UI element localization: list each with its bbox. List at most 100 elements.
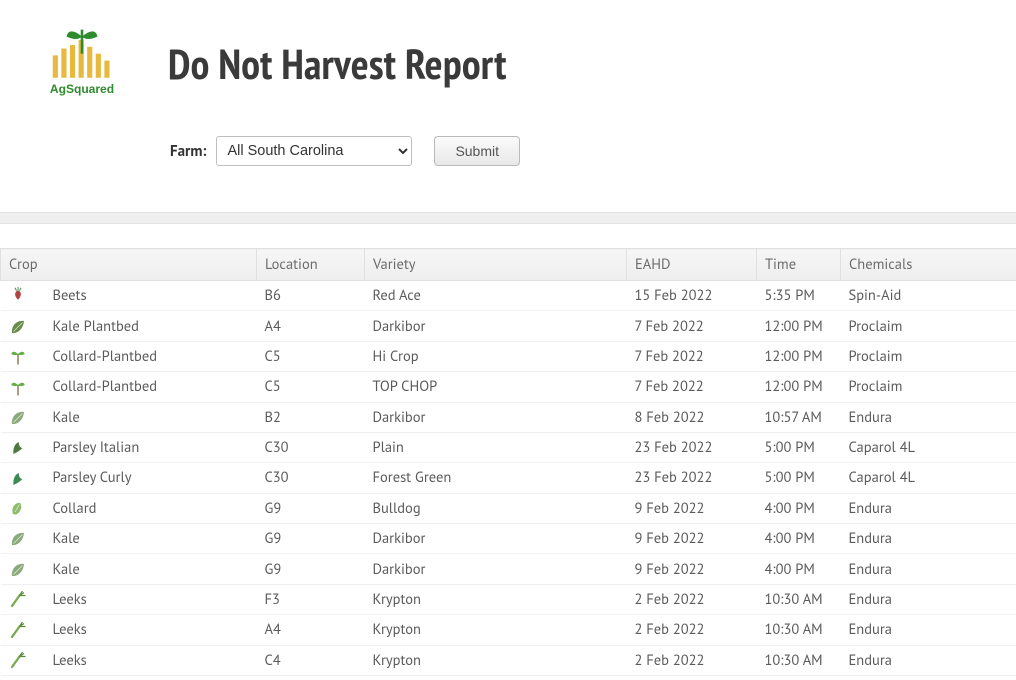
cell-time: 4:00 PM xyxy=(757,524,841,554)
leaf-icon xyxy=(9,318,27,336)
crop-icon-cell xyxy=(1,372,45,402)
cell-time: 5:00 PM xyxy=(757,463,841,493)
cell-eahd: 7 Feb 2022 xyxy=(627,311,757,341)
cell-eahd: 7 Feb 2022 xyxy=(627,341,757,371)
cell-crop: Beets xyxy=(45,281,257,311)
cell-eahd: 9 Feb 2022 xyxy=(627,524,757,554)
col-eahd[interactable]: EAHD xyxy=(627,249,757,281)
table-row[interactable]: KaleB2Darkibor8 Feb 202210:57 AMEndura xyxy=(1,402,1016,432)
cell-crop: Collard-Plantbed xyxy=(45,341,257,371)
cell-time: 10:30 AM xyxy=(757,645,841,675)
crop-icon-cell xyxy=(1,493,45,523)
cell-chemicals: Proclaim xyxy=(841,341,1016,371)
report-table: Crop Location Variety EAHD Time Chemical… xyxy=(0,248,1016,676)
cell-variety: Krypton xyxy=(365,615,627,645)
cell-chemicals: Spin-Aid xyxy=(841,281,1016,311)
crop-icon-cell xyxy=(1,615,45,645)
parsley2-icon xyxy=(9,470,27,488)
cell-variety: Darkibor xyxy=(365,311,627,341)
cell-eahd: 8 Feb 2022 xyxy=(627,402,757,432)
cell-chemicals: Endura xyxy=(841,615,1016,645)
cell-variety: Krypton xyxy=(365,584,627,614)
cell-chemicals: Proclaim xyxy=(841,311,1016,341)
cell-location: B6 xyxy=(257,281,365,311)
cell-location: C4 xyxy=(257,645,365,675)
svg-text:AgSquared: AgSquared xyxy=(50,82,114,96)
table-row[interactable]: Parsley ItalianC30Plain23 Feb 20225:00 P… xyxy=(1,432,1016,462)
cell-location: C30 xyxy=(257,463,365,493)
cell-location: C5 xyxy=(257,372,365,402)
table-row[interactable]: LeeksA4Krypton2 Feb 202210:30 AMEndura xyxy=(1,615,1016,645)
crop-icon-cell xyxy=(1,341,45,371)
section-divider xyxy=(0,212,1016,224)
collard-icon xyxy=(9,500,27,518)
leek-icon xyxy=(9,622,27,640)
cell-location: G9 xyxy=(257,493,365,523)
table-row[interactable]: Collard-PlantbedC5Hi Crop7 Feb 202212:00… xyxy=(1,341,1016,371)
crop-icon-cell xyxy=(1,645,45,675)
cell-variety: Darkibor xyxy=(365,524,627,554)
farm-label: Farm: xyxy=(170,142,206,161)
crop-icon-cell xyxy=(1,524,45,554)
cell-crop: Collard-Plantbed xyxy=(45,372,257,402)
table-row[interactable]: LeeksF3Krypton2 Feb 202210:30 AMEndura xyxy=(1,584,1016,614)
kale-icon xyxy=(9,561,27,579)
col-variety[interactable]: Variety xyxy=(365,249,627,281)
cell-variety: TOP CHOP xyxy=(365,372,627,402)
cell-location: A4 xyxy=(257,615,365,645)
table-row[interactable]: BeetsB6Red Ace15 Feb 20225:35 PMSpin-Aid xyxy=(1,281,1016,311)
table-row[interactable]: KaleG9Darkibor9 Feb 20224:00 PMEndura xyxy=(1,554,1016,584)
crop-icon-cell xyxy=(1,402,45,432)
kale-icon xyxy=(9,409,27,427)
cell-chemicals: Caparol 4L xyxy=(841,463,1016,493)
cell-chemicals: Endura xyxy=(841,402,1016,432)
table-row[interactable]: KaleG9Darkibor9 Feb 20224:00 PMEndura xyxy=(1,524,1016,554)
cell-variety: Forest Green xyxy=(365,463,627,493)
table-row[interactable]: LeeksC4Krypton2 Feb 202210:30 AMEndura xyxy=(1,645,1016,675)
sprout-icon xyxy=(9,348,27,366)
beet-icon xyxy=(9,287,27,305)
cell-eahd: 9 Feb 2022 xyxy=(627,493,757,523)
cell-eahd: 23 Feb 2022 xyxy=(627,463,757,493)
col-crop[interactable]: Crop xyxy=(1,249,257,281)
cell-crop: Parsley Italian xyxy=(45,432,257,462)
cell-variety: Plain xyxy=(365,432,627,462)
parsley-icon xyxy=(9,439,27,457)
crop-icon-cell xyxy=(1,432,45,462)
cell-eahd: 7 Feb 2022 xyxy=(627,372,757,402)
col-time[interactable]: Time xyxy=(757,249,841,281)
crop-icon-cell xyxy=(1,463,45,493)
farm-select[interactable]: All South Carolina xyxy=(216,136,412,166)
cell-variety: Krypton xyxy=(365,645,627,675)
table-row[interactable]: Parsley CurlyC30Forest Green23 Feb 20225… xyxy=(1,463,1016,493)
cell-variety: Hi Crop xyxy=(365,341,627,371)
cell-time: 4:00 PM xyxy=(757,493,841,523)
cell-location: G9 xyxy=(257,524,365,554)
table-row[interactable]: Kale PlantbedA4Darkibor7 Feb 202212:00 P… xyxy=(1,311,1016,341)
cell-eahd: 23 Feb 2022 xyxy=(627,432,757,462)
table-row[interactable]: CollardG9Bulldog9 Feb 20224:00 PMEndura xyxy=(1,493,1016,523)
kale-icon xyxy=(9,530,27,548)
cell-variety: Red Ace xyxy=(365,281,627,311)
cell-crop: Kale xyxy=(45,402,257,432)
brand-logo: AgSquared xyxy=(28,10,136,118)
crop-icon-cell xyxy=(1,584,45,614)
cell-location: B2 xyxy=(257,402,365,432)
cell-variety: Bulldog xyxy=(365,493,627,523)
cell-time: 12:00 PM xyxy=(757,372,841,402)
col-chemicals[interactable]: Chemicals xyxy=(841,249,1016,281)
col-location[interactable]: Location xyxy=(257,249,365,281)
page-title: Do Not Harvest Report xyxy=(168,36,507,91)
cell-location: F3 xyxy=(257,584,365,614)
cell-crop: Leeks xyxy=(45,645,257,675)
cell-time: 4:00 PM xyxy=(757,554,841,584)
submit-button[interactable]: Submit xyxy=(434,136,520,166)
cell-crop: Leeks xyxy=(45,584,257,614)
table-row[interactable]: Collard-PlantbedC5TOP CHOP7 Feb 202212:0… xyxy=(1,372,1016,402)
cell-eahd: 2 Feb 2022 xyxy=(627,645,757,675)
cell-time: 10:57 AM xyxy=(757,402,841,432)
cell-chemicals: Endura xyxy=(841,493,1016,523)
cell-eahd: 2 Feb 2022 xyxy=(627,584,757,614)
cell-location: A4 xyxy=(257,311,365,341)
cell-crop: Kale Plantbed xyxy=(45,311,257,341)
